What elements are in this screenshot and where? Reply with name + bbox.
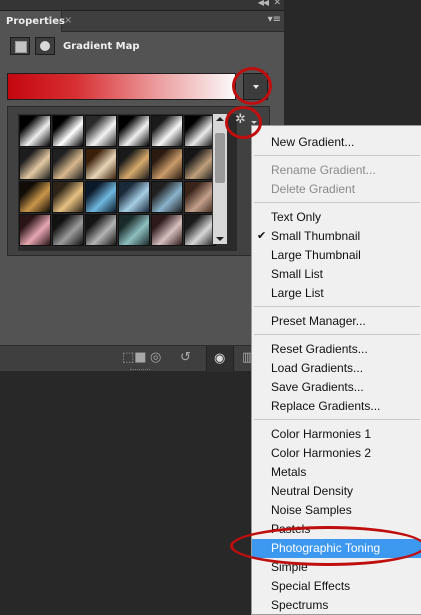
menu-item-replace-gradients[interactable]: Replace Gradients... [252,397,421,416]
panel-resize-grip[interactable] [130,369,150,371]
scroll-up-arrow[interactable] [216,117,224,121]
gradient-preview-bar[interactable] [7,73,236,100]
view-previous-icon[interactable]: ◎ [150,351,161,365]
menu-separator [254,202,420,203]
menu-separator [254,334,420,335]
menu-item-label: Color Harmonies 2 [271,446,372,460]
menu-item-label: Small Thumbnail [271,229,361,243]
panel-close-icon[interactable]: ✕ [273,0,281,8]
gradient-preset-swatch[interactable] [85,214,117,246]
menu-separator [254,419,420,420]
clip-to-layer-icon[interactable]: ⬚■ [122,351,147,365]
menu-item-metals[interactable]: Metals [252,463,421,482]
gradient-preset-swatch[interactable] [52,148,84,180]
menu-item-label: Rename Gradient... [271,163,376,177]
menu-item-color-harmonies-1[interactable]: Color Harmonies 1 [252,425,421,444]
menu-item-rename-gradient: Rename Gradient... [252,161,421,180]
gradient-preset-swatch[interactable] [19,214,51,246]
menu-item-label: Delete Gradient [271,182,356,196]
mask-icon[interactable] [35,37,55,55]
menu-separator [254,306,420,307]
menu-item-neutral-density[interactable]: Neutral Density [252,482,421,501]
tab-properties-label: Properties [6,16,65,27]
gradient-preset-swatch[interactable] [118,148,150,180]
menu-item-text-only[interactable]: Text Only [252,208,421,227]
menu-item-label: Large List [271,286,324,300]
panel-bottom-bar: ⬚■ ◎ ↺ ◉ ▥ [0,345,284,372]
gradient-preset-swatch[interactable] [19,148,51,180]
panel-menu-icon[interactable]: ▾≡ [268,14,281,25]
visibility-eye-icon: ◉ [214,351,226,366]
scroll-thumb[interactable] [215,133,225,183]
gradient-preset-swatch[interactable] [118,181,150,213]
menu-item-preset-manager[interactable]: Preset Manager... [252,312,421,331]
checkmark-icon: ✔ [257,230,267,242]
gradient-preset-swatch[interactable] [19,181,51,213]
menu-item-large-thumbnail[interactable]: Large Thumbnail [252,246,421,265]
menu-item-label: Large Thumbnail [271,248,361,262]
menu-item-color-harmonies-2[interactable]: Color Harmonies 2 [252,444,421,463]
gradient-preset-swatch[interactable] [85,181,117,213]
menu-item-label: Reset Gradients... [271,342,368,356]
menu-item-label: Metals [271,465,307,479]
gradient-preset-swatch[interactable] [151,214,183,246]
menu-item-label: Color Harmonies 1 [271,427,372,441]
picker-scrollbar[interactable] [212,114,227,244]
menu-item-delete-gradient: Delete Gradient [252,180,421,199]
menu-item-spectrums[interactable]: Spectrums [252,596,421,615]
gradient-preset-swatch[interactable] [52,181,84,213]
menu-item-label: Spectrums [271,598,329,612]
visibility-button[interactable]: ◉ [206,346,234,372]
adjustment-title: Gradient Map [63,41,140,52]
properties-panel: ◀◀ ✕ Properties × ▾≡ Gradient Map ✲ ⬚■ ◎… [0,0,284,372]
tab-close-icon[interactable]: × [64,15,72,26]
gradient-preset-swatch[interactable] [52,115,84,147]
adjustment-layer-icon[interactable] [10,37,30,55]
menu-item-noise-samples[interactable]: Noise Samples [252,501,421,520]
menu-item-save-gradients[interactable]: Save Gradients... [252,378,421,397]
annotation-circle-gear [225,106,262,139]
gradient-preset-swatch[interactable] [19,115,51,147]
menu-item-label: Noise Samples [271,503,352,517]
menu-item-label: Special Effects [271,579,351,593]
menu-item-label: Text Only [271,210,322,224]
annotation-circle-photographic-toning [230,526,421,566]
gradient-preset-swatch[interactable] [118,214,150,246]
menu-item-large-list[interactable]: Large List [252,284,421,303]
annotation-circle-dropdown [232,67,272,105]
reset-icon[interactable]: ↺ [180,351,191,365]
gradient-preset-swatch[interactable] [151,115,183,147]
menu-item-load-gradients[interactable]: Load Gradients... [252,359,421,378]
menu-separator [254,155,420,156]
gradient-preset-swatch[interactable] [52,214,84,246]
scroll-down-arrow[interactable] [216,237,224,241]
menu-item-small-list[interactable]: Small List [252,265,421,284]
panel-collapse-icon[interactable]: ◀◀ [258,0,269,7]
menu-item-label: Preset Manager... [271,314,366,328]
gradient-preset-swatch[interactable] [85,115,117,147]
menu-item-special-effects[interactable]: Special Effects [252,577,421,596]
panel-tab-bar: Properties × ▾≡ [0,11,284,32]
menu-item-label: Neutral Density [271,484,354,498]
menu-item-new-gradient[interactable]: New Gradient... [252,133,421,152]
menu-item-label: Replace Gradients... [271,399,381,413]
menu-item-label: Small List [271,267,324,281]
menu-item-label: New Gradient... [271,135,355,149]
tab-properties[interactable]: Properties [0,11,65,32]
gradient-preset-swatch[interactable] [151,148,183,180]
menu-item-label: Load Gradients... [271,361,364,375]
gradient-preset-swatch[interactable] [85,148,117,180]
panel-top-strip: ◀◀ ✕ [0,0,284,11]
menu-item-label: Save Gradients... [271,380,364,394]
gradient-preset-swatch[interactable] [118,115,150,147]
menu-item-reset-gradients[interactable]: Reset Gradients... [252,340,421,359]
gradient-swatch-grid [18,114,237,251]
gradient-preset-swatch[interactable] [151,181,183,213]
menu-item-small-thumbnail[interactable]: ✔ Small Thumbnail [252,227,421,246]
